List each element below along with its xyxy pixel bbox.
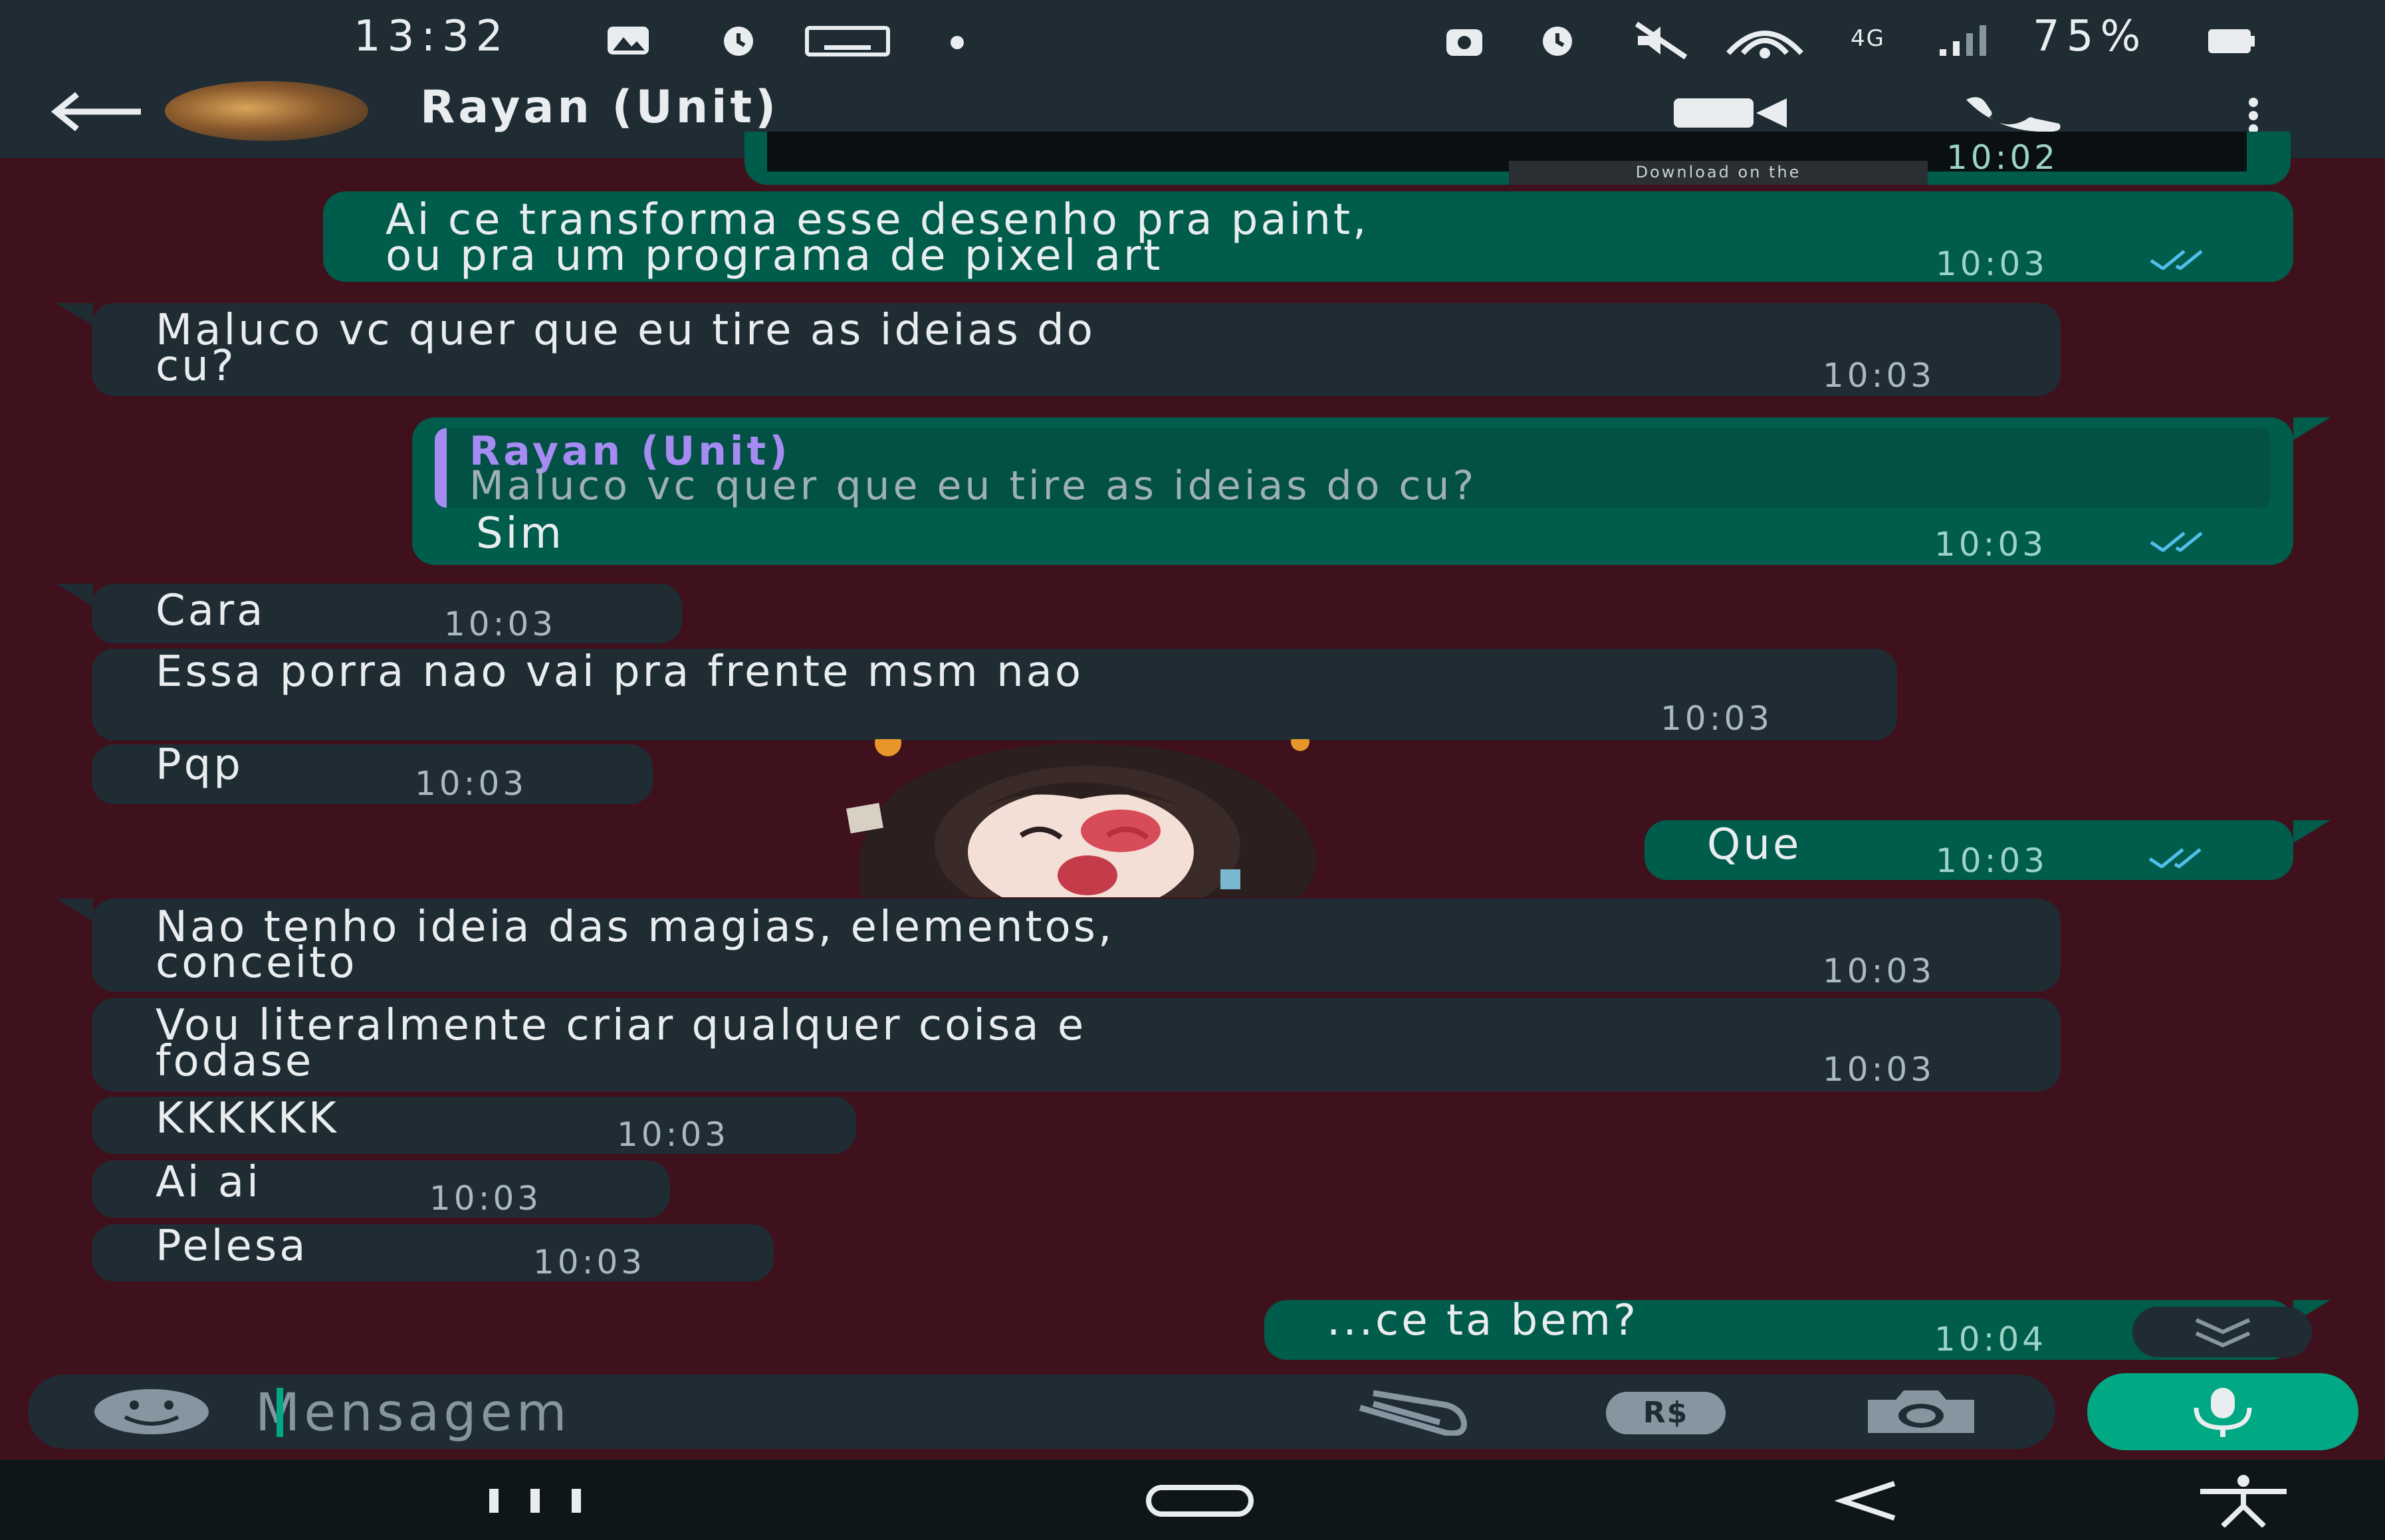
hotspot-icon [1726,31,1803,58]
quoted-message[interactable]: Rayan (Unit) Maluco vc quer que eu tire … [435,428,2271,508]
home-icon[interactable] [1145,1484,1255,1518]
message-incoming[interactable]: Pqp 10:03 [92,744,653,804]
text-caret [277,1388,283,1437]
gallery-icon [608,27,649,55]
bubble-tail [2293,417,2330,440]
message-time: 10:03 [1823,356,1936,395]
message-outgoing[interactable]: Ai ce transforma esse desenho pra paint,… [323,191,2293,283]
message-text: Ai ai [156,1158,261,1207]
message-time: 10:03 [1934,525,2047,564]
camera-icon[interactable] [1861,1388,1981,1436]
battery-percent: 75% [2033,12,2148,61]
read-receipt-icon [2150,532,2203,552]
mic-icon [2194,1388,2252,1437]
message-text: KKKKKK [156,1094,339,1143]
message-text: Pqp [156,740,243,790]
read-receipt-icon [2150,250,2203,270]
bubble-tail [56,899,93,921]
mute-icon [1635,21,1688,60]
message-incoming[interactable]: Nao tenho ideia das magias, elementos, c… [92,899,2061,992]
back-arrow-icon[interactable] [48,92,148,132]
anime-girl-sticker[interactable] [822,739,1460,897]
message-outgoing-reply[interactable]: Rayan (Unit) Maluco vc quer que eu tire … [412,417,2293,565]
alarm-icon [1543,27,1572,56]
message-input[interactable] [255,1381,1279,1445]
message-text: Maluco vc quer que eu tire as ideias do … [156,306,1095,391]
payment-icon[interactable]: R$ [1606,1392,1726,1434]
message-incoming[interactable]: Cara 10:03 [92,584,682,643]
message-time: 10:03 [533,1243,646,1281]
message-incoming[interactable]: Pelesa 10:03 [92,1224,774,1281]
scroll-to-bottom-button[interactable] [2132,1307,2312,1357]
bubble-tail [56,303,93,326]
message-time: 10:03 [617,1115,730,1154]
message-text: Cara [156,586,266,635]
emoji-icon[interactable] [90,1386,213,1437]
whatsapp-chat-screen: 13:32 4G 75% Rayan (Unit) Download on th… [0,0,2385,1540]
image-message-partial[interactable]: Download on the 10:02 [744,132,2291,185]
message-incoming[interactable]: KKKKKK 10:03 [92,1097,856,1154]
bubble-tail [2293,820,2330,843]
message-text: ...ce ta bem? [1327,1296,1639,1345]
message-text: Vou literalmente criar qualquer coisa e … [156,1001,1087,1086]
message-incoming[interactable]: Ai ai 10:03 [92,1160,670,1218]
message-text: Essa porra nao vai pra frente msm nao [156,647,1084,697]
status-time: 13:32 [354,12,510,61]
message-time: 10:03 [444,605,557,643]
message-text: Sim [476,509,564,558]
message-text: Pelesa [156,1222,308,1271]
battery-icon [2208,29,2255,53]
message-time: 10:03 [429,1179,542,1218]
accessibility-icon[interactable] [2194,1474,2293,1527]
message-time: 10:03 [1660,699,1773,738]
voice-call-icon[interactable] [1960,93,2066,133]
network-type: 4G [1851,25,1885,52]
read-receipt-icon [2148,848,2202,868]
message-incoming[interactable]: Essa porra nao vai pra frente msm nao 10… [92,649,1897,740]
contact-name[interactable]: Rayan (Unit) [420,81,779,134]
bubble-tail [56,584,93,606]
message-time: 10:03 [415,764,528,803]
app-store-badge: Download on the [1509,161,1928,185]
message-time: 10:03 [1936,841,2049,880]
message-text: Ai ce transforma esse desenho pra paint,… [386,195,1369,280]
attach-icon[interactable] [1347,1389,1473,1436]
signal-icon [1940,25,1986,56]
keyboard-icon [805,26,890,56]
message-incoming[interactable]: Vou literalmente criar qualquer coisa e … [92,998,2061,1091]
back-icon[interactable] [1835,1480,1901,1522]
lock-icon [1446,29,1482,56]
message-time: 10:03 [1936,245,2049,283]
quote-bar [435,428,447,508]
message-time: 10:02 [1946,138,2059,177]
recents-icon[interactable] [485,1487,585,1514]
alarm-icon [724,27,753,56]
message-incoming[interactable]: Maluco vc quer que eu tire as ideias do … [92,303,2061,396]
message-outgoing[interactable]: Que 10:03 [1645,820,2293,880]
message-time: 10:03 [1823,1050,1936,1089]
quoted-text: Maluco vc quer que eu tire as ideias do … [469,463,1478,508]
system-navigation-bar [0,1460,2385,1540]
more-options-icon[interactable] [2240,97,2267,134]
video-call-icon[interactable] [1671,94,1791,132]
contact-avatar[interactable] [165,81,368,141]
message-time: 10:04 [1934,1320,2047,1359]
chevron-down-icon [2195,1318,2251,1348]
dot-icon [951,36,964,49]
message-time: 10:03 [1823,952,1936,990]
voice-message-button[interactable] [2087,1373,2358,1450]
message-text: Nao tenho ideia das magias, elementos, c… [156,903,1115,988]
message-text: Que [1707,820,1802,869]
